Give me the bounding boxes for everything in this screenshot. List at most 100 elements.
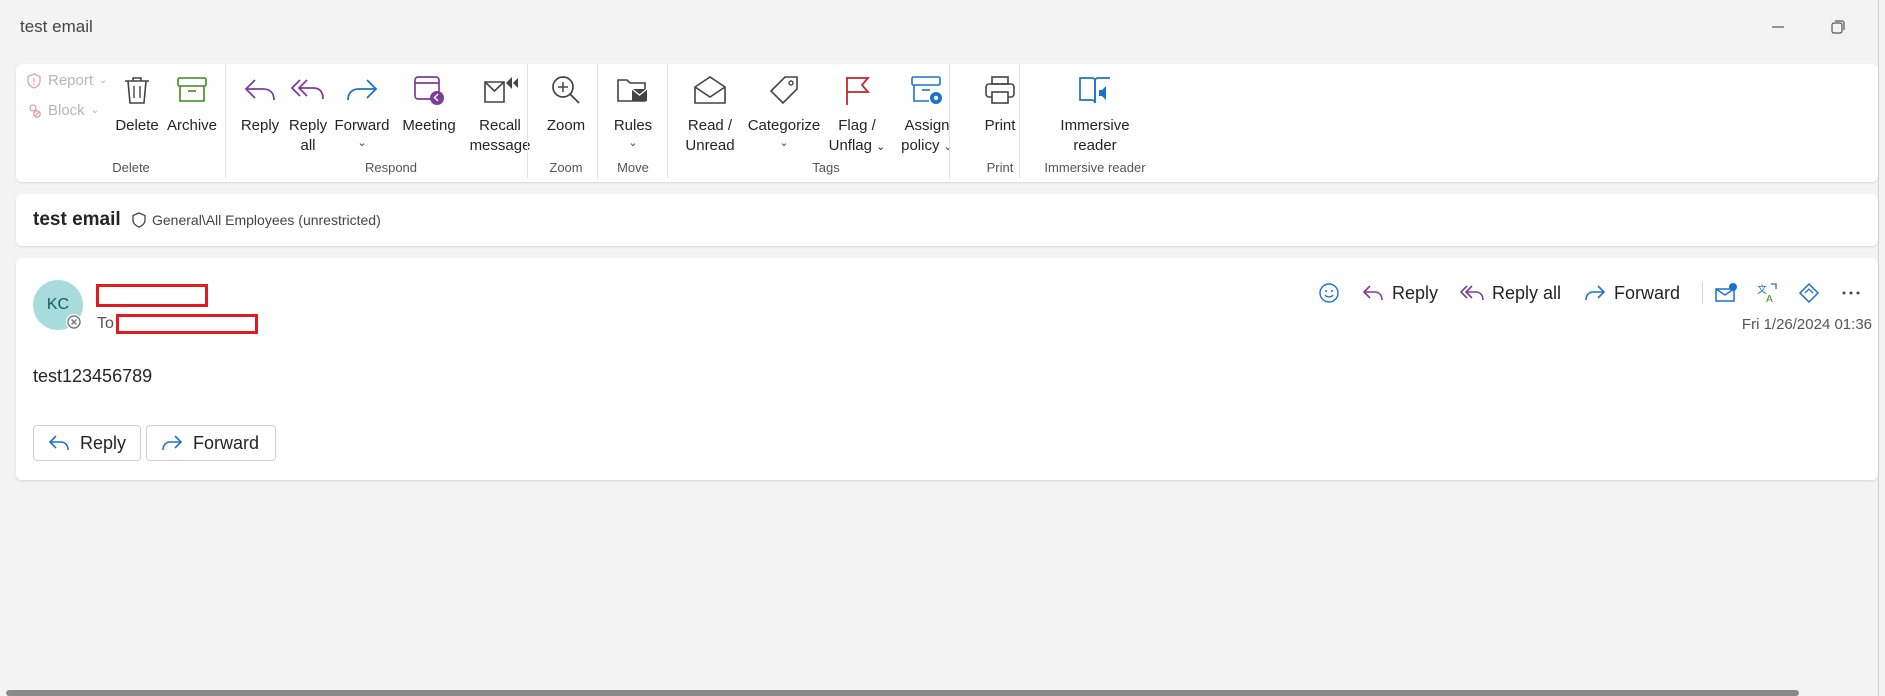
group-label-delete: Delete <box>112 160 150 175</box>
assign-policy-button[interactable]: Assign policy ⌄ <box>892 72 962 157</box>
sensitivity-label[interactable]: General\All Employees (unrestricted) <box>132 212 381 228</box>
horizontal-scrollbar[interactable] <box>6 690 1799 696</box>
immersive-reader-icon <box>1077 72 1113 108</box>
printer-icon <box>982 72 1018 108</box>
ribbon-separator <box>667 64 668 178</box>
envelope-alert-icon <box>1715 283 1737 302</box>
group-label-respond: Respond <box>364 160 418 175</box>
message-timestamp: Fri 1/26/2024 01:36 <box>1741 316 1872 333</box>
to-label: To <box>97 315 114 332</box>
rules-button[interactable]: Rules ⌄ <box>606 72 660 150</box>
forward-label: Forward <box>334 117 390 134</box>
report-button[interactable]: Report ⌄ <box>26 72 107 89</box>
print-button[interactable]: Print <box>968 72 1032 136</box>
ribbon-separator <box>949 64 950 178</box>
chevron-down-icon: ⌄ <box>99 75 108 86</box>
restore-icon <box>1831 20 1845 34</box>
more-actions-button[interactable] <box>1840 278 1862 308</box>
minimize-button[interactable] <box>1763 14 1793 40</box>
reply-icon <box>1362 285 1383 301</box>
reply-all-button[interactable]: Reply all <box>286 72 330 156</box>
presence-offline-icon <box>66 314 82 330</box>
reply-icon <box>48 435 69 451</box>
meeting-label: Meeting <box>402 117 456 134</box>
assign-policy-icon <box>909 72 945 108</box>
emoji-reaction-button[interactable] <box>1318 278 1340 308</box>
subject-title: test email <box>33 209 121 230</box>
meeting-reply-icon <box>411 72 447 108</box>
chevron-down-icon: ⌄ <box>876 141 886 153</box>
reply-icon <box>242 72 278 108</box>
archive-button[interactable]: Archive <box>162 72 222 136</box>
group-label-move: Move <box>617 160 649 175</box>
recall-label-1: Recall <box>479 117 521 134</box>
categorize-button[interactable]: Categorize ⌄ <box>744 72 824 150</box>
bottom-forward-button[interactable]: Forward <box>146 425 276 461</box>
meeting-button[interactable]: Meeting <box>396 72 462 136</box>
forward-icon <box>1585 285 1606 301</box>
reply-all-icon <box>1460 285 1484 301</box>
rules-label: Rules <box>613 117 653 134</box>
bottom-reply-button[interactable]: Reply <box>33 425 141 461</box>
read-unread-button[interactable]: Read / Unread <box>680 72 740 156</box>
forward-button[interactable]: Forward ⌄ <box>332 72 392 150</box>
forward-icon <box>162 435 183 451</box>
header-reply-button[interactable]: Reply <box>1362 278 1438 308</box>
chevron-down-icon: ⌄ <box>357 137 367 149</box>
assign-label-2: policy ⌄ <box>901 136 953 157</box>
ribbon-separator <box>1019 64 1020 178</box>
bottom-forward-label: Forward <box>193 432 260 453</box>
ribbon-separator <box>225 64 226 178</box>
restore-button[interactable] <box>1823 14 1853 40</box>
chevron-down-icon: ⌄ <box>628 137 638 149</box>
sender-redaction <box>96 284 208 307</box>
archive-label: Archive <box>166 117 218 134</box>
delete-button[interactable]: Delete <box>112 72 162 136</box>
block-user-icon <box>29 103 41 118</box>
ribbon: Report ⌄ Block ⌄ Delete Archive Delete R… <box>16 64 1878 182</box>
rules-folder-icon <box>615 72 651 108</box>
window-title: test email <box>20 17 93 36</box>
header-forward-label: Forward <box>1614 282 1681 303</box>
forward-icon <box>344 72 380 108</box>
smiley-icon <box>1319 283 1339 303</box>
report-label: Report <box>48 72 94 89</box>
action-separator <box>1702 282 1703 304</box>
immersive-label-2: reader <box>1073 137 1117 154</box>
recipient-redaction <box>116 314 258 334</box>
svg-text:A: A <box>1766 294 1773 304</box>
more-icon <box>1842 291 1860 295</box>
group-label-print: Print <box>986 160 1014 175</box>
group-label-tags: Tags <box>812 160 840 175</box>
zoom-button[interactable]: Zoom <box>538 72 594 136</box>
sensitivity-text: General\All Employees (unrestricted) <box>152 212 381 228</box>
header-reply-all-label: Reply all <box>1492 282 1562 303</box>
shield-alert-icon <box>27 72 41 89</box>
archive-icon <box>174 72 210 108</box>
mark-unread-button[interactable] <box>1714 278 1738 308</box>
loop-icon <box>1798 282 1820 304</box>
message-card: KC To Reply Reply all Forward 文A Fri 1/2… <box>16 258 1878 480</box>
reply-all-label-2: all <box>300 137 316 154</box>
immersive-reader-button[interactable]: Immersive reader <box>1040 72 1150 156</box>
delete-label: Delete <box>115 117 159 134</box>
header-reply-label: Reply <box>1392 282 1439 303</box>
group-label-zoom: Zoom <box>549 160 583 175</box>
loop-button[interactable] <box>1798 278 1820 308</box>
recall-label-2: message <box>469 137 531 154</box>
header-reply-all-button[interactable]: Reply all <box>1460 278 1561 308</box>
flag-icon <box>839 72 875 108</box>
read-label-2: Unread <box>685 137 735 154</box>
group-label-immersive: Immersive reader <box>1044 160 1146 175</box>
flag-unflag-button[interactable]: Flag / Unflag ⌄ <box>824 72 890 157</box>
tag-icon <box>766 72 802 108</box>
ribbon-separator <box>527 64 528 178</box>
block-button[interactable]: Block ⌄ <box>26 102 99 119</box>
flag-label-text: Unflag <box>828 137 872 154</box>
translate-icon: 文A <box>1757 283 1777 304</box>
reply-button[interactable]: Reply <box>238 72 282 136</box>
ribbon-separator <box>597 64 598 178</box>
translate-button[interactable]: 文A <box>1756 278 1778 308</box>
assign-label-1: Assign <box>904 117 950 134</box>
header-forward-button[interactable]: Forward <box>1584 278 1680 308</box>
